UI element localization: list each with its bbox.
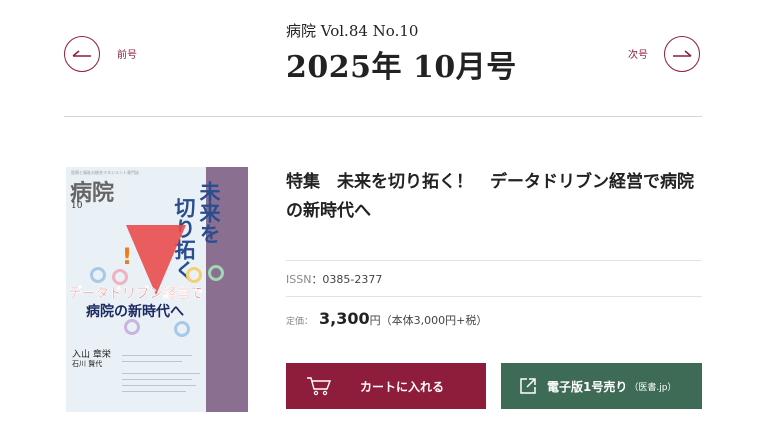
cover-text-line (122, 379, 192, 380)
cover-text-line (122, 391, 186, 392)
add-to-cart-label: カートに入れる (360, 379, 445, 394)
arrow-right-icon (673, 50, 692, 57)
add-to-cart-button[interactable]: カートに入れる (286, 363, 486, 409)
gear-icon (186, 267, 202, 283)
cover-text-line (122, 385, 196, 386)
cover-image: 医療と福祉の総合マネジメント専門誌 病院 10 未来を 切り拓く ! データドリ… (66, 167, 248, 412)
header-divider (64, 116, 702, 117)
external-link-icon (520, 378, 536, 394)
price-label: 定価： (286, 317, 314, 327)
prev-issue-button[interactable] (64, 36, 100, 72)
prev-issue-link[interactable]: 前号 (117, 46, 137, 61)
cover-headline-vertical-1: 未来を (197, 181, 222, 244)
cover-author-2: 石川 賢代 (72, 360, 103, 368)
price-unit: 円 (369, 314, 381, 327)
next-issue-link[interactable]: 次号 (628, 46, 648, 61)
cover-headline-band-2: 病院の新時代へ (86, 304, 184, 320)
cover-text-line (122, 361, 182, 362)
gear-icon (124, 319, 140, 335)
cover-text-line (122, 355, 192, 356)
gear-icon (174, 321, 190, 337)
arrow-left-icon (72, 50, 91, 57)
issn-label: ISSN (286, 273, 312, 286)
price-row: 定価： 3,300円（本体3,000円+税） (286, 309, 487, 328)
cover-text-line (122, 373, 200, 374)
divider (286, 296, 702, 297)
feature-title: 特集 未来を切り拓く！ データドリブン経営で病院の新時代へ (286, 172, 694, 221)
cart-icon (307, 377, 332, 396)
page-title: 2025年 10月号 (286, 50, 517, 85)
ebook-source-label: （医書.jp） (629, 382, 677, 393)
divider (286, 260, 702, 261)
issn-row: ISSN：0385-2377 (286, 271, 382, 287)
cover-issue-number: 10 (71, 201, 83, 211)
ebook-purchase-label: 電子版1号売り (547, 379, 628, 394)
volume-label: 病院 Vol.84 No.10 (286, 22, 419, 40)
ebook-purchase-button[interactable]: 電子版1号売り （医書.jp） (501, 363, 702, 409)
issn-value: ：0385-2377 (311, 273, 383, 286)
gear-icon (208, 265, 224, 281)
cover-exclamation: ! (122, 245, 133, 270)
price-amount: 3,300 (319, 309, 370, 328)
cover-headline-band-1: データドリブン経営で (68, 286, 204, 302)
gear-icon (90, 267, 106, 283)
next-issue-button[interactable] (664, 36, 700, 72)
price-note: （本体3,000円+税） (380, 314, 488, 327)
